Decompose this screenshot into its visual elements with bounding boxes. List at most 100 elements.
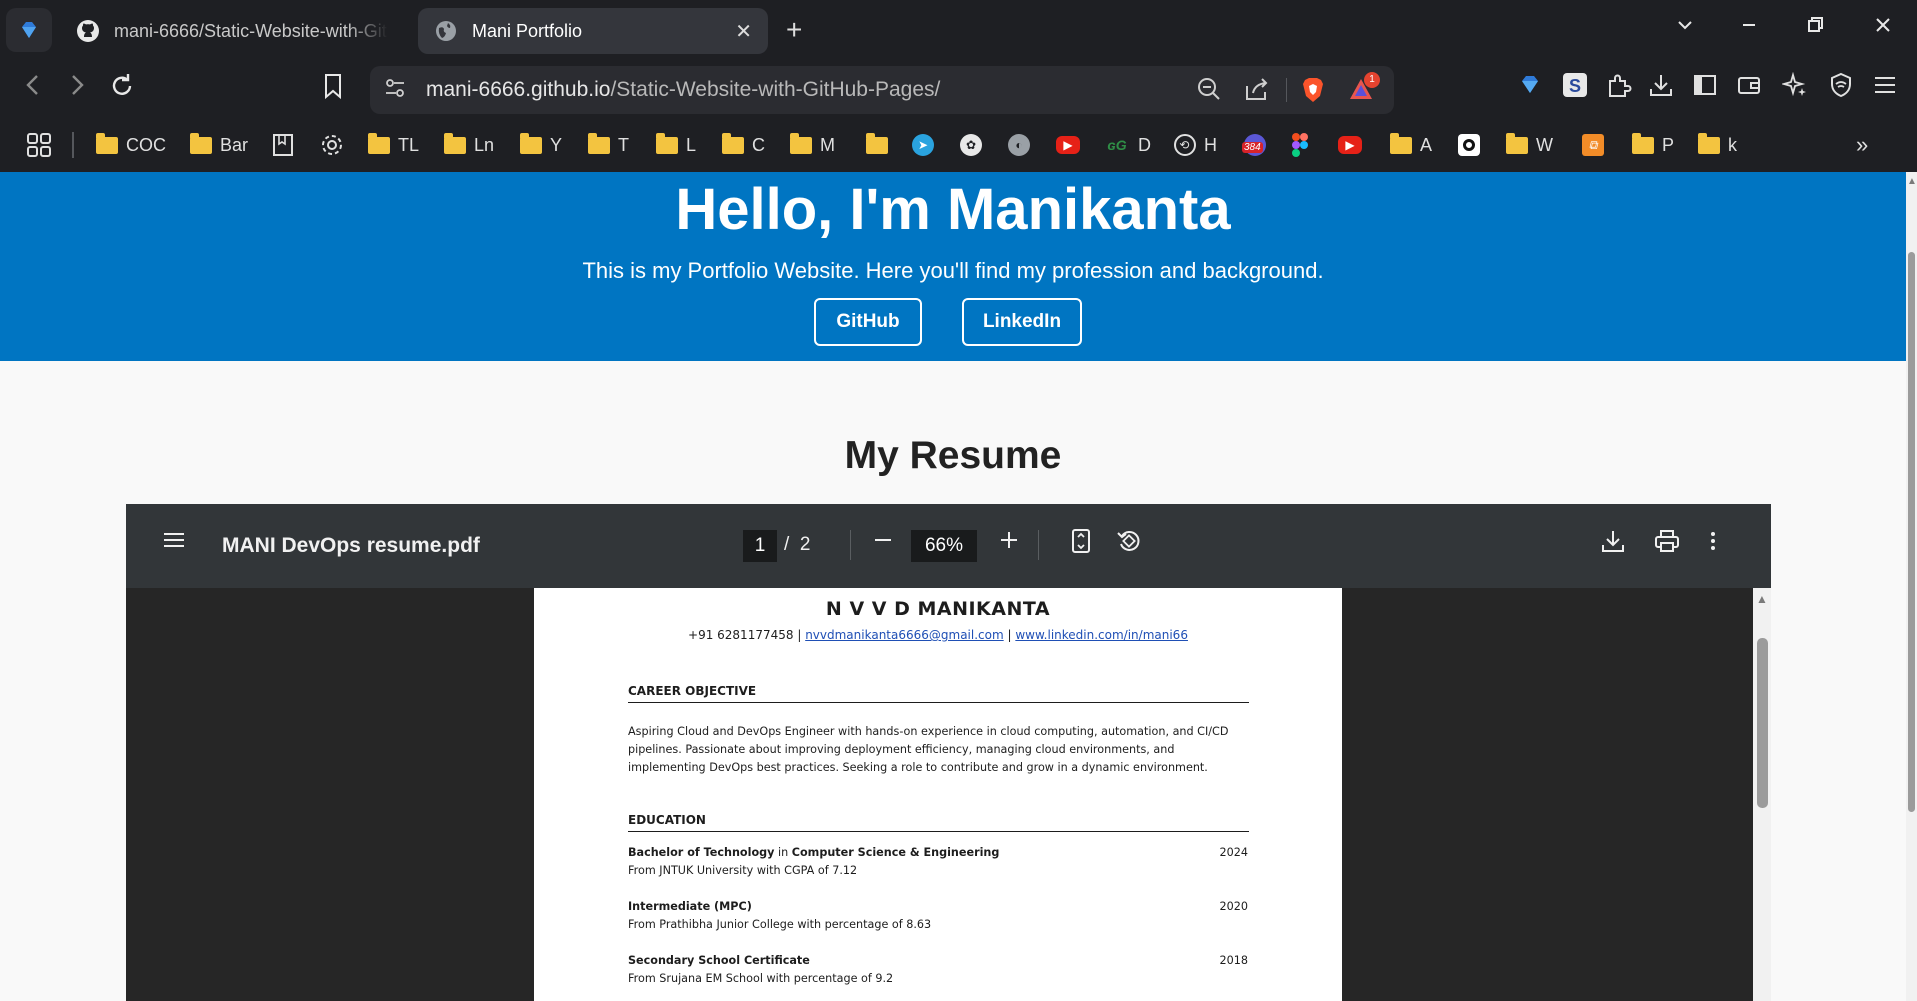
folder-icon — [1632, 132, 1654, 154]
education-degree: Bachelor of Technology in Computer Scien… — [628, 846, 1000, 859]
brave-menu-button[interactable] — [6, 8, 52, 52]
bookmark-folder-m[interactable]: M — [790, 132, 835, 158]
page-number-input[interactable]: 1 — [743, 530, 777, 562]
vpn-gem-icon[interactable] — [1518, 72, 1542, 103]
pdf-scrollbar[interactable]: ▲ — [1753, 588, 1771, 1001]
bookmark-history-h[interactable]: ⟲ H — [1174, 132, 1217, 158]
extensions-puzzle-icon[interactable] — [1606, 72, 1632, 105]
page-scroll-up-arrow-icon[interactable]: ▲ — [1907, 176, 1917, 187]
bookmark-icon[interactable] — [322, 72, 344, 107]
fit-page-icon[interactable] — [1070, 528, 1092, 561]
bookmark-folder-ln[interactable]: Ln — [444, 132, 494, 158]
rewards-badge: 1 — [1364, 72, 1380, 88]
sidebar-icon[interactable] — [1692, 72, 1718, 105]
bookmark-folder-p[interactable]: P — [1632, 132, 1674, 158]
restore-icon[interactable] — [1806, 14, 1824, 40]
resume-email-link[interactable]: nvvdmanikanta6666@gmail.com — [805, 628, 1003, 642]
download-icon[interactable] — [1600, 528, 1626, 561]
url-path: /Static-Website-with-GitHub-Pages/ — [610, 78, 941, 101]
menu-icon[interactable] — [1872, 72, 1898, 105]
bookmark-folder-coc[interactable]: COC — [96, 132, 166, 158]
zoom-level-input[interactable]: 66% — [911, 530, 977, 562]
education-degree: Secondary School Certificate — [628, 954, 810, 967]
new-tab-button[interactable]: + — [786, 14, 802, 46]
bookmark-folder-w[interactable]: W — [1506, 132, 1553, 158]
education-institution: From JNTUK University with CGPA of 7.12 — [628, 864, 858, 877]
brave-rewards-icon[interactable]: 1 — [1348, 72, 1380, 108]
downloads-icon[interactable] — [1648, 72, 1674, 105]
bookmark-folder-l[interactable]: L — [656, 132, 696, 158]
site-info-icon[interactable] — [384, 76, 406, 106]
forward-icon[interactable] — [66, 72, 88, 105]
bookmark-openai-icon[interactable]: ✿ — [960, 132, 990, 158]
pdf-scrollbar-thumb[interactable] — [1757, 638, 1768, 808]
tab-mani-portfolio[interactable]: Mani Portfolio ✕ — [418, 8, 768, 54]
apps-grid-icon[interactable] — [26, 132, 52, 158]
wallet-icon[interactable] — [1736, 72, 1762, 105]
folder-icon — [368, 132, 390, 154]
education-institution: From Srujana EM School with percentage o… — [628, 972, 894, 985]
bookmark-folder-tl[interactable]: TL — [368, 132, 419, 158]
bookmark-youtube-icon[interactable]: ▶ — [1056, 132, 1088, 158]
github-button[interactable]: GitHub — [814, 298, 922, 346]
bookmark-folder-bar[interactable]: Bar — [190, 132, 248, 158]
address-bar[interactable]: mani-6666.github.io/Static-Website-with-… — [370, 66, 1394, 114]
bookmark-folder-y[interactable]: Y — [520, 132, 562, 158]
page-content: Hello, I'm Manikanta This is my Portfoli… — [0, 172, 1906, 1001]
leo-ai-icon[interactable] — [1780, 71, 1808, 105]
education-year: 2018 — [1219, 954, 1248, 967]
career-objective-text: Aspiring Cloud and DevOps Engineer with … — [628, 725, 1229, 774]
linkedin-button[interactable]: LinkedIn — [962, 298, 1082, 346]
vpn-shield-icon[interactable] — [1828, 72, 1854, 105]
svg-text:S: S — [1569, 76, 1581, 96]
page-total: / 2 — [784, 534, 811, 555]
bookmark-reading-icon[interactable] — [272, 132, 294, 158]
toolbar-divider — [1038, 530, 1039, 560]
hamburger-menu-icon[interactable] — [162, 528, 186, 559]
bookmark-globe-icon[interactable]: ◐ — [1008, 132, 1038, 158]
gfg-icon: ɢG — [1107, 137, 1127, 153]
minimize-icon[interactable] — [1740, 14, 1758, 40]
bookmark-figma-icon[interactable] — [1292, 132, 1308, 158]
url-text[interactable]: mani-6666.github.io/Static-Website-with-… — [426, 78, 940, 102]
s-extension-icon[interactable]: S — [1562, 72, 1588, 105]
education-institution: From Prathibha Junior College with perce… — [628, 918, 932, 931]
bookmark-folder-a[interactable]: A — [1390, 132, 1432, 158]
bookmark-folder-k[interactable]: k — [1698, 132, 1737, 158]
resume-linkedin-link[interactable]: www.linkedin.com/in/mani66 — [1015, 628, 1188, 642]
more-options-icon[interactable] — [1708, 528, 1718, 561]
tab-github-repo[interactable]: mani-6666/Static-Website-with-GitHub-Pag… — [60, 8, 404, 54]
zoom-out-icon[interactable] — [1196, 76, 1222, 108]
bookmark-settings-icon[interactable] — [320, 132, 344, 158]
back-icon[interactable] — [22, 72, 44, 105]
scroll-up-arrow-icon[interactable]: ▲ — [1756, 592, 1768, 606]
bookmark-orange-icon[interactable]: ⧉ — [1582, 132, 1612, 158]
close-tab-icon[interactable]: ✕ — [735, 19, 752, 44]
folder-icon — [520, 132, 542, 154]
more-bookmarks-chevron-icon[interactable]: » — [1856, 132, 1868, 158]
reload-icon[interactable] — [108, 72, 136, 107]
rotate-icon[interactable] — [1116, 528, 1142, 561]
page-scrollbar-thumb[interactable] — [1908, 252, 1915, 812]
zoom-in-icon[interactable] — [998, 528, 1020, 559]
hero-subtitle: This is my Portfolio Website. Here you'l… — [582, 258, 1324, 283]
page-scrollbar[interactable]: ▲ — [1906, 172, 1917, 1001]
zoom-out-icon[interactable] — [872, 528, 894, 559]
bookmark-folder-t[interactable]: T — [588, 132, 629, 158]
bookmark-badge-icon[interactable]: 384 — [1242, 132, 1274, 158]
pdf-file-name: MANI DevOps resume.pdf — [222, 534, 480, 557]
close-window-icon[interactable] — [1874, 14, 1892, 40]
pdf-viewer[interactable]: MANI DevOps resume.pdf 1 / 2 66% N V V D… — [126, 504, 1771, 1001]
brave-shields-icon[interactable] — [1300, 76, 1326, 110]
tab-list-chevron-icon[interactable] — [1676, 14, 1694, 40]
bookmark-telegram-icon[interactable]: ➤ — [912, 132, 942, 158]
toolbar-divider — [850, 530, 851, 560]
share-icon[interactable] — [1244, 76, 1270, 108]
print-icon[interactable] — [1654, 528, 1680, 561]
folder-icon — [1506, 132, 1528, 154]
bookmark-folder-unnamed[interactable] — [866, 132, 896, 158]
bookmark-youtube-icon-2[interactable]: ▶ — [1338, 132, 1370, 158]
bookmark-folder-c[interactable]: C — [722, 132, 765, 158]
bookmark-dark-icon[interactable] — [1458, 132, 1488, 158]
bookmark-geeksforgeeks-d[interactable]: ɢG D — [1104, 132, 1151, 158]
